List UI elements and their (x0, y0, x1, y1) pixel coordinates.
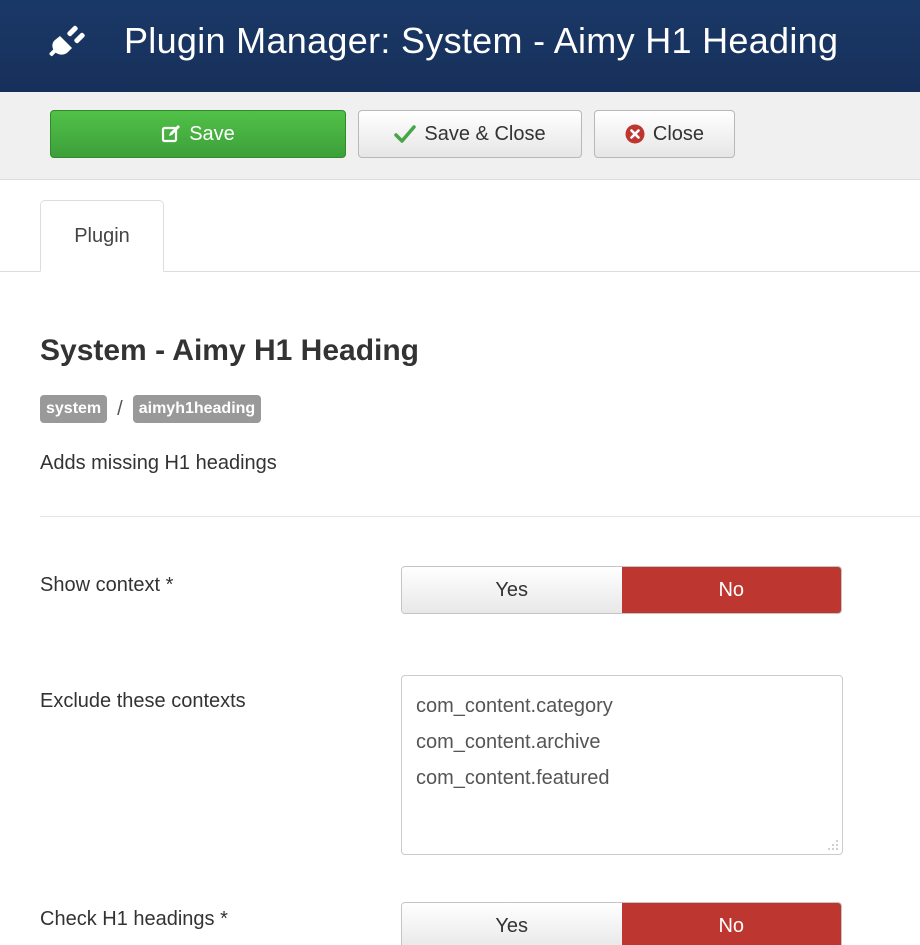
tab-plugin[interactable]: Plugin (40, 200, 164, 272)
save-and-close-button[interactable]: Save & Close (358, 110, 582, 158)
textarea-line: com_content.category (416, 695, 613, 717)
close-circle-icon (625, 124, 645, 144)
save-button-label: Save (189, 122, 235, 145)
close-button-label: Close (652, 122, 705, 145)
edit-icon (162, 125, 181, 143)
show-context-no-option[interactable]: No (621, 567, 841, 613)
plugin-breadcrumb: system / aimyh1heading (40, 394, 262, 424)
show-context-label: Show context * (40, 574, 174, 596)
close-button[interactable]: Close (594, 110, 735, 158)
page-header: Plugin Manager: System - Aimy H1 Heading (0, 0, 920, 92)
toolbar: Save Save & Close Close (0, 92, 920, 180)
tab-bar: Plugin (0, 180, 920, 272)
check-h1-yes-option[interactable]: Yes (402, 903, 622, 945)
divider (40, 516, 920, 517)
check-h1-no-option[interactable]: No (621, 903, 841, 945)
plug-icon (49, 25, 85, 57)
plugin-title: System - Aimy H1 Heading (40, 334, 419, 367)
resize-grip-icon[interactable] (825, 837, 839, 851)
exclude-contexts-label: Exclude these contexts (40, 690, 246, 712)
save-and-close-button-label: Save & Close (424, 122, 546, 145)
element-badge: aimyh1heading (132, 395, 262, 423)
checkmark-icon (394, 125, 417, 143)
textarea-line: com_content.archive (416, 731, 601, 753)
textarea-line: com_content.featured (416, 767, 610, 789)
check-h1-label: Check H1 headings * (40, 908, 228, 930)
save-button[interactable]: Save (50, 110, 346, 158)
check-h1-toggle: Yes No (401, 902, 842, 945)
breadcrumb-separator: / (117, 397, 123, 420)
show-context-toggle: Yes No (401, 566, 842, 614)
exclude-contexts-textarea[interactable]: com_content.category com_content.archive… (401, 675, 843, 855)
show-context-yes-option[interactable]: Yes (402, 567, 622, 613)
folder-badge: system (40, 395, 108, 423)
page-header-title: Plugin Manager: System - Aimy H1 Heading (124, 20, 839, 61)
plugin-description: Adds missing H1 headings (40, 452, 277, 474)
